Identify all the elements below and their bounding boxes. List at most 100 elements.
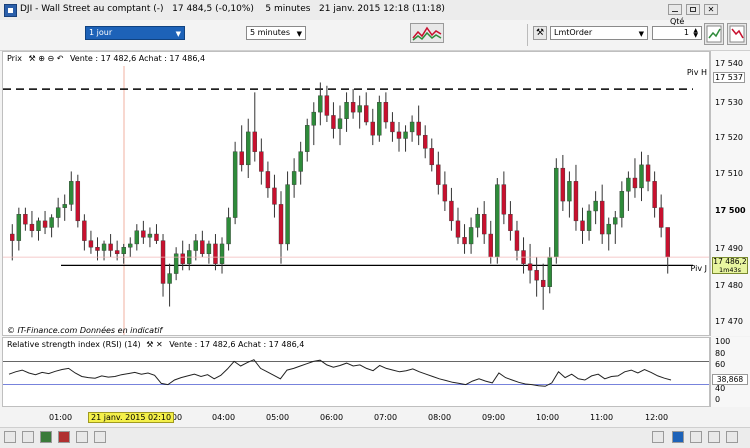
price-panel-header: Prix ⚒ ⊕ ⊖ ↶ Vente : 17 482,6 Achat : 17…	[7, 54, 205, 63]
app-logo-icon	[4, 4, 17, 17]
candle-body	[665, 227, 670, 258]
candle-body	[534, 270, 539, 281]
time-tick: 11:00	[590, 413, 614, 422]
candle-body	[305, 125, 310, 152]
rsi-panel-header: Relative strength index (RSI) (14) ⚒ ✕ V…	[7, 340, 304, 349]
layout-icon[interactable]	[94, 431, 106, 443]
qty-input[interactable]: 1 ▲ ▼	[652, 26, 702, 40]
candle-body	[200, 240, 205, 255]
undo-icon[interactable]: ↶	[57, 54, 64, 63]
candle-body	[350, 102, 356, 113]
rsi-panel[interactable]: Relative strength index (RSI) (14) ⚒ ✕ V…	[2, 337, 710, 407]
print-icon[interactable]	[4, 431, 16, 443]
rsi-quote: Vente : 17 482,6 Achat : 17 486,4	[169, 340, 305, 349]
candle-body	[180, 253, 185, 264]
wrench-icon: ⚒	[535, 28, 545, 38]
candle-body	[232, 151, 238, 218]
close-icon[interactable]: ✕	[156, 340, 163, 349]
rsi-tick: 40	[715, 384, 726, 393]
window-title: DJI - Wall Street au comptant (-) 17 484…	[20, 4, 445, 14]
instrument-name: DJI - Wall Street au comptant (-)	[20, 4, 164, 14]
stepper-icon: ▲ ▼	[693, 27, 698, 39]
time-axis[interactable]: 01:0002:0003:0004:0005:0006:0007:0008:00…	[0, 407, 750, 427]
window-minimize-button[interactable]	[668, 4, 682, 15]
status-bar	[0, 427, 750, 448]
candle-body	[396, 131, 402, 139]
candle-body	[639, 164, 644, 189]
candle-body	[527, 263, 533, 271]
time-tick: 12:00	[645, 413, 669, 422]
candle-body	[652, 181, 657, 208]
chevron-down-icon: ▼	[638, 30, 644, 38]
candle-body	[134, 230, 140, 245]
candle-body	[619, 191, 625, 218]
fit-icon[interactable]	[708, 431, 720, 443]
indicator-icon[interactable]	[58, 431, 70, 443]
zoom-in-icon[interactable]	[672, 431, 684, 443]
candle-body	[357, 105, 362, 113]
price-quote: Vente : 17 482,6 Achat : 17 486,4	[69, 54, 206, 63]
candle-body	[108, 243, 113, 251]
candle-body	[311, 111, 316, 126]
period-select-value: 1 jour	[89, 28, 113, 37]
scroll-left-icon[interactable]	[652, 431, 664, 443]
zoom-in-icon[interactable]: ⊕	[38, 54, 45, 63]
candle-body	[10, 233, 15, 241]
time-tick: 08:00	[428, 413, 452, 422]
wrench-icon[interactable]: ⚒	[146, 340, 153, 349]
candle-body	[193, 240, 199, 251]
candlestick-chart-icon	[412, 26, 442, 41]
zoom-out-icon[interactable]: ⊖	[47, 54, 54, 63]
y-tick: 17 490	[715, 244, 743, 253]
zoom-out-icon[interactable]	[690, 431, 702, 443]
candle-body	[318, 95, 323, 113]
current-price-value: 17 486,2	[713, 257, 747, 266]
buy-button[interactable]	[704, 23, 724, 45]
candle-body	[364, 105, 369, 123]
price-y-axis[interactable]: 17 540 17 537 17 530 17 520 17 510 17 50…	[710, 51, 750, 336]
candle-body	[645, 164, 651, 182]
rsi-y-axis[interactable]: 100 80 60 40 20 0 38,868	[710, 337, 750, 407]
interval-select-value: 5 minutes	[250, 28, 291, 37]
window-close-button[interactable]: ✕	[704, 4, 718, 15]
timeframe-label: 5 minutes	[265, 4, 311, 14]
settings-icon[interactable]	[726, 431, 738, 443]
rsi-tick: 100	[715, 337, 731, 346]
wrench-icon[interactable]: ⚒	[28, 54, 35, 63]
candle-body	[219, 243, 225, 264]
candle-body	[95, 247, 100, 251]
y-tick: 17 480	[715, 281, 743, 290]
alert-icon[interactable]	[76, 431, 88, 443]
window-maximize-button[interactable]	[686, 4, 700, 15]
candlestick-chart[interactable]	[3, 52, 709, 335]
candle-body	[62, 204, 67, 208]
candle-body	[613, 217, 618, 225]
order-tool-button[interactable]: ⚒	[533, 26, 547, 40]
price-chart-panel[interactable]: Prix ⚒ ⊕ ⊖ ↶ Vente : 17 482,6 Achat : 17…	[2, 51, 710, 336]
chart-type-button[interactable]	[410, 23, 444, 43]
y-tick: 17 500	[715, 206, 746, 215]
y-tick: 17 530	[715, 98, 743, 107]
buy-chart-icon	[706, 25, 722, 43]
order-type-select[interactable]: LmtOrder ▼	[550, 26, 648, 40]
candle-body	[377, 102, 382, 136]
interval-select[interactable]: 5 minutes ▼	[246, 26, 306, 40]
candle-body	[69, 181, 74, 205]
chevron-down-icon: ▼	[296, 30, 302, 38]
rsi-tick: 60	[715, 360, 726, 369]
candle-body	[114, 250, 120, 255]
sell-button[interactable]	[727, 23, 747, 45]
save-icon[interactable]	[22, 431, 34, 443]
candle-body	[560, 167, 566, 202]
time-tick: 09:00	[482, 413, 506, 422]
current-price-badge: 17 486,2 1m43s	[712, 257, 748, 274]
candle-body	[632, 177, 638, 189]
candle-body	[436, 164, 441, 185]
chart-toolbar: 1 jour ▼ 5 minutes ▼ ⚒ LmtOrder ▼ Qté 1 …	[0, 17, 750, 51]
time-tick: 10:00	[536, 413, 560, 422]
draw-tool-icon[interactable]	[40, 431, 52, 443]
period-select[interactable]: 1 jour ▼	[85, 26, 185, 40]
candle-body	[337, 118, 343, 129]
time-tick: 01:00	[49, 413, 73, 422]
candle-body	[49, 217, 54, 228]
